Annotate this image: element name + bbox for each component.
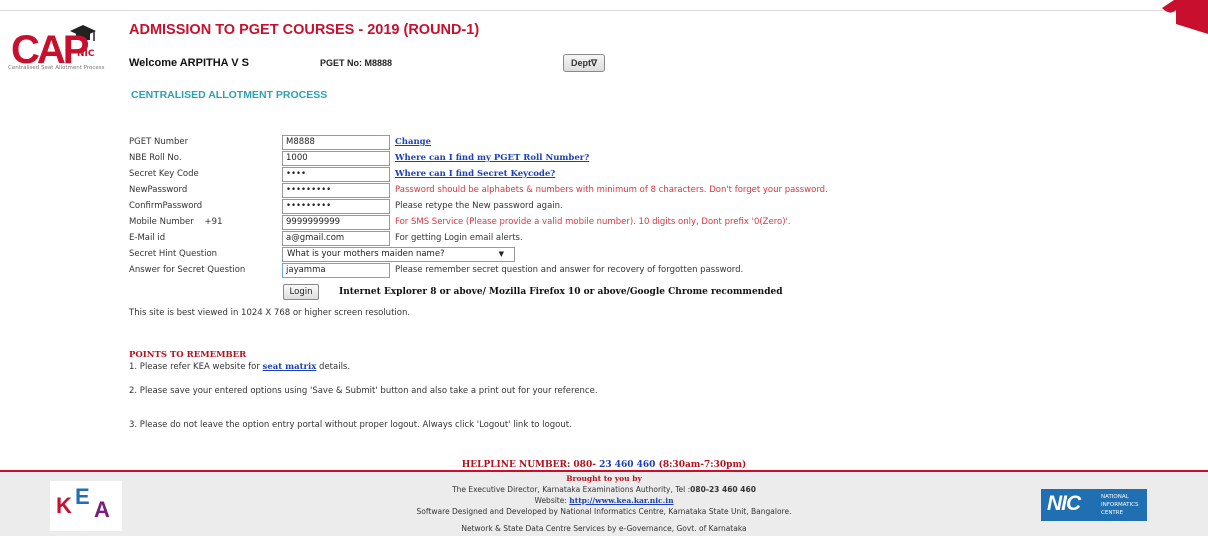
- website-label: Website:: [534, 496, 570, 505]
- confirm-password-input[interactable]: •••••••••: [282, 199, 390, 214]
- point-3: 3. Please do not leave the option entry …: [129, 420, 572, 430]
- nic-logo-subtitle: NATIONAL INFORMATICS CENTRE: [1101, 493, 1138, 517]
- brought-by: Brought to you by: [566, 474, 642, 483]
- section-title: CENTRALISED ALLOTMENT PROCESS: [131, 89, 328, 101]
- director-text: The Executive Director, Karnataka Examin…: [452, 485, 691, 494]
- secret-key-input[interactable]: ••••: [282, 167, 390, 182]
- nic-sub-3: CENTRE: [1101, 510, 1124, 516]
- password-hint: Password should be alphabets & numbers w…: [395, 185, 828, 195]
- point-1: 1. Please refer KEA website for seat mat…: [129, 362, 350, 372]
- designed-by: Software Designed and Developed by Natio…: [416, 507, 792, 516]
- resolution-note: This site is best viewed in 1024 X 768 o…: [129, 308, 411, 318]
- field-label: PGET Number: [129, 137, 189, 147]
- footer: Brought to you by The Executive Director…: [0, 472, 1208, 536]
- nic-logo: NIC NATIONAL INFORMATICS CENTRE: [1041, 489, 1147, 521]
- website-line: Website: http://www.kea.kar.nic.in: [0, 496, 1208, 505]
- point-2: 2. Please save your entered options usin…: [129, 386, 598, 396]
- pget-number-input[interactable]: M8888: [282, 135, 390, 150]
- seat-matrix-link[interactable]: seat matrix: [263, 362, 317, 372]
- helpline: HELPLINE NUMBER: 080- 23 460 460 (8:30am…: [0, 460, 1208, 470]
- find-secret-keycode-link[interactable]: Where can I find Secret Keycode?: [395, 169, 555, 179]
- director-line: The Executive Director, Karnataka Examin…: [0, 485, 1208, 494]
- form-row-new-password: NewPassword ••••••••• Password should be…: [129, 183, 1129, 198]
- helpline-hours: (8:30am-7:30pm): [655, 460, 747, 470]
- top-divider: [0, 10, 1208, 11]
- form-row-answer: Answer for Secret Question jayamma Pleas…: [129, 263, 1129, 278]
- hint-question-selected: What is your mothers maiden name?: [287, 249, 445, 259]
- field-label: E-Mail id: [129, 233, 166, 243]
- point-1-text: 1. Please refer KEA website for: [129, 362, 263, 372]
- login-button[interactable]: Login: [283, 284, 319, 300]
- website-link[interactable]: http://www.kea.kar.nic.in: [569, 496, 673, 505]
- logo-nic-text: NIC: [77, 49, 95, 59]
- corner-decoration: [1162, 0, 1208, 34]
- nic-sub-1: NATIONAL: [1101, 494, 1129, 500]
- nic-logo-text: NIC: [1047, 492, 1081, 515]
- answer-hint: Please remember secret question and answ…: [395, 265, 744, 275]
- find-roll-number-link[interactable]: Where can I find my PGET Roll Number?: [395, 153, 589, 163]
- field-label: Secret Key Code: [129, 169, 199, 179]
- form-row-hint-question: Secret Hint Question What is your mother…: [129, 247, 1129, 262]
- form-row-pget-number: PGET Number M8888 Change: [129, 135, 1129, 150]
- mobile-hint: For SMS Service (Please provide a valid …: [395, 217, 791, 227]
- cap-nic-logo: CAP NIC Centralised Seat Allotment Proce…: [8, 12, 118, 72]
- email-input[interactable]: a@gmail.com: [282, 231, 390, 246]
- form-row-secret-key: Secret Key Code •••• Where can I find Se…: [129, 167, 1129, 182]
- network-services: Network & State Data Centre Services by …: [461, 524, 747, 533]
- change-link[interactable]: Change: [395, 137, 431, 147]
- email-hint: For getting Login email alerts.: [395, 233, 523, 243]
- kea-logo: K E A: [50, 481, 122, 531]
- hint-question-select[interactable]: What is your mothers maiden name? ▼: [282, 247, 515, 262]
- field-label: Answer for Secret Question: [129, 265, 246, 275]
- helpline-label: HELPLINE NUMBER: 080-: [461, 460, 600, 470]
- form-row-email: E-Mail id a@gmail.com For getting Login …: [129, 231, 1129, 246]
- point-1-suffix: details.: [316, 362, 351, 372]
- telephone: 080-23 460 460: [690, 485, 756, 494]
- nic-sub-2: INFORMATICS: [1101, 502, 1139, 508]
- new-password-input[interactable]: •••••••••: [282, 183, 390, 198]
- form-row-confirm-password: ConfirmPassword ••••••••• Please retype …: [129, 199, 1129, 214]
- secret-answer-input[interactable]: jayamma: [282, 263, 390, 278]
- field-label: Secret Hint Question: [129, 249, 218, 259]
- form-row-roll-no: NBE Roll No. 1000 Where can I find my PG…: [129, 151, 1129, 166]
- helpline-number: 23 460 460: [599, 460, 656, 470]
- logo-subtitle: Centralised Seat Allotment Process: [8, 65, 105, 71]
- browser-recommendation: Internet Explorer 8 or above/ Mozilla Fi…: [339, 287, 783, 297]
- mobile-number-input[interactable]: 9999999999: [282, 215, 390, 230]
- pget-number-display: PGET No: M8888: [320, 58, 393, 68]
- welcome-text: Welcome ARPITHA V S: [129, 57, 250, 69]
- field-label: NewPassword: [129, 185, 188, 195]
- page-title: ADMISSION TO PGET COURSES - 2019 (ROUND-…: [129, 22, 480, 38]
- points-title: POINTS TO REMEMBER: [129, 350, 247, 360]
- dropdown-arrow-icon: ▼: [498, 250, 504, 258]
- form-row-mobile: Mobile Number +91 9999999999 For SMS Ser…: [129, 215, 1129, 230]
- field-label: NBE Roll No.: [129, 153, 182, 163]
- field-label: ConfirmPassword: [129, 201, 203, 211]
- field-label: Mobile Number +91: [129, 217, 223, 227]
- roll-number-input[interactable]: 1000: [282, 151, 390, 166]
- dept-button[interactable]: Dept∇: [563, 54, 605, 72]
- confirm-password-hint: Please retype the New password again.: [395, 201, 563, 211]
